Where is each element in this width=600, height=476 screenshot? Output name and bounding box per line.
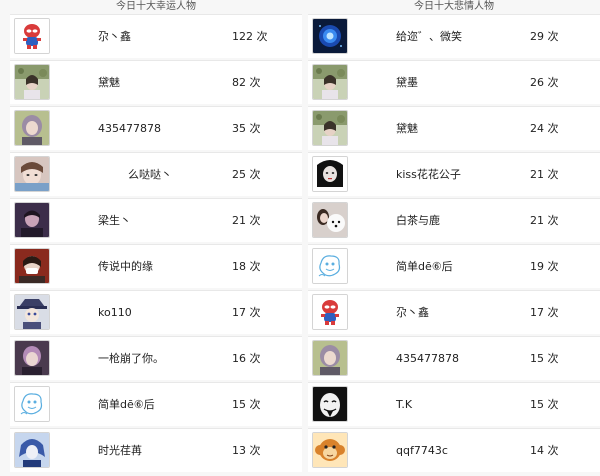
lucky-name[interactable]: ko110: [98, 291, 132, 335]
lucky-name[interactable]: 黛魅: [98, 61, 120, 105]
lucky-count: 122 次: [232, 30, 268, 43]
lucky-row: 尕丶鑫 122 次: [10, 14, 302, 58]
lucky-name[interactable]: 简单dē⑥后: [98, 383, 155, 427]
blue-anime-avatar[interactable]: [14, 432, 50, 468]
girl-flowers-avatar[interactable]: [14, 64, 50, 100]
tragic-count: 21 次: [530, 168, 559, 181]
lucky-row: 么哒哒丶 25 次: [10, 152, 302, 196]
tragic-name[interactable]: 黛魅: [396, 107, 418, 151]
lucky-name[interactable]: 么哒哒丶: [128, 153, 172, 197]
girl-flowers-avatar[interactable]: [312, 64, 348, 100]
tragic-name[interactable]: T.K: [396, 383, 412, 427]
anime-hat-avatar[interactable]: [14, 294, 50, 330]
lucky-count: 13 次: [232, 444, 261, 457]
lucky-count: 35 次: [232, 122, 261, 135]
tragic-row: qqf7743c 14 次: [308, 428, 600, 472]
blue-glow-avatar[interactable]: [312, 18, 348, 54]
lucky-row: 梁生丶 21 次: [10, 198, 302, 242]
tragic-name[interactable]: 黛墨: [396, 61, 418, 105]
spiderman-avatar[interactable]: [14, 18, 50, 54]
tragic-name[interactable]: qqf7743c: [396, 429, 448, 473]
lucky-row: 时光荏苒 13 次: [10, 428, 302, 472]
lucky-name[interactable]: 梁生丶: [98, 199, 131, 243]
lucky-name[interactable]: 435477878: [98, 107, 161, 151]
tragic-row: 给迩゛、微笑 29 次: [308, 14, 600, 58]
tragic-row: 白茶与鹿 21 次: [308, 198, 600, 242]
lucky-people-title: 今日十大幸运人物: [116, 1, 196, 12]
tragic-row: 简单dē⑥后 19 次: [308, 244, 600, 288]
tragic-count: 29 次: [530, 30, 559, 43]
lucky-row: 黛魅 82 次: [10, 60, 302, 104]
lucky-row: 传说中的缘 18 次: [10, 244, 302, 288]
tragic-count: 24 次: [530, 122, 559, 135]
tragic-count: 26 次: [530, 76, 559, 89]
pink-hair-avatar[interactable]: [14, 340, 50, 376]
tragic-count: 17 次: [530, 306, 559, 319]
girl-flowers-avatar[interactable]: [312, 110, 348, 146]
lucky-name[interactable]: 尕丶鑫: [98, 15, 131, 59]
tragic-name[interactable]: 435477878: [396, 337, 459, 381]
tragic-name[interactable]: 白茶与鹿: [396, 199, 440, 243]
lucky-row: 简单dē⑥后 15 次: [10, 382, 302, 426]
tragic-row: 黛魅 24 次: [308, 106, 600, 150]
lucky-count: 25 次: [232, 168, 261, 181]
tragic-count: 15 次: [530, 352, 559, 365]
tragic-count: 21 次: [530, 214, 559, 227]
masked-girl-avatar[interactable]: [14, 248, 50, 284]
tragic-name[interactable]: 尕丶鑫: [396, 291, 429, 335]
selfie-girl-avatar[interactable]: [14, 156, 50, 192]
lucky-count: 15 次: [232, 398, 261, 411]
tragic-count: 19 次: [530, 260, 559, 273]
lucky-row: ko110 17 次: [10, 290, 302, 334]
purple-hair-avatar[interactable]: [312, 340, 348, 376]
tragic-people-title: 今日十大悲情人物: [414, 1, 494, 12]
tragic-people-panel: 今日十大悲情人物 给迩゛、微笑 29 次 黛墨 26 次 黛魅 24 次 kis…: [308, 0, 600, 476]
cartoon-sketch-avatar[interactable]: [14, 386, 50, 422]
tragic-row: 435477878 15 次: [308, 336, 600, 380]
tragic-name[interactable]: 给迩゛、微笑: [396, 15, 462, 59]
tragic-count: 14 次: [530, 444, 559, 457]
lucky-name[interactable]: 一枪崩了你。: [98, 337, 164, 381]
lucky-count: 18 次: [232, 260, 261, 273]
tragic-row: 黛墨 26 次: [308, 60, 600, 104]
lucky-name[interactable]: 传说中的缘: [98, 245, 153, 289]
tragic-name[interactable]: 简单dē⑥后: [396, 245, 453, 289]
lucky-row: 一枪崩了你。 16 次: [10, 336, 302, 380]
tragic-count: 15 次: [530, 398, 559, 411]
dark-portrait-avatar[interactable]: [14, 202, 50, 238]
tragic-row: 尕丶鑫 17 次: [308, 290, 600, 334]
spiderman-avatar[interactable]: [312, 294, 348, 330]
lucky-people-panel: 今日十大幸运人物 尕丶鑫 122 次 黛魅 82 次 435477878 35 …: [10, 0, 302, 476]
lucky-count: 17 次: [232, 306, 261, 319]
tragic-row: T.K 15 次: [308, 382, 600, 426]
cartoon-sketch-avatar[interactable]: [312, 248, 348, 284]
anonymous-mask-avatar[interactable]: [312, 386, 348, 422]
lucky-count: 16 次: [232, 352, 261, 365]
bw-girl-avatar[interactable]: [312, 156, 348, 192]
lucky-count: 21 次: [232, 214, 261, 227]
lucky-name[interactable]: 时光荏苒: [98, 429, 142, 473]
tragic-row: kiss花花公子 21 次: [308, 152, 600, 196]
lucky-count: 82 次: [232, 76, 261, 89]
dog-girl-avatar[interactable]: [312, 202, 348, 238]
monkey-avatar[interactable]: [312, 432, 348, 468]
purple-hair-avatar[interactable]: [14, 110, 50, 146]
lucky-row: 435477878 35 次: [10, 106, 302, 150]
tragic-name[interactable]: kiss花花公子: [396, 153, 461, 197]
